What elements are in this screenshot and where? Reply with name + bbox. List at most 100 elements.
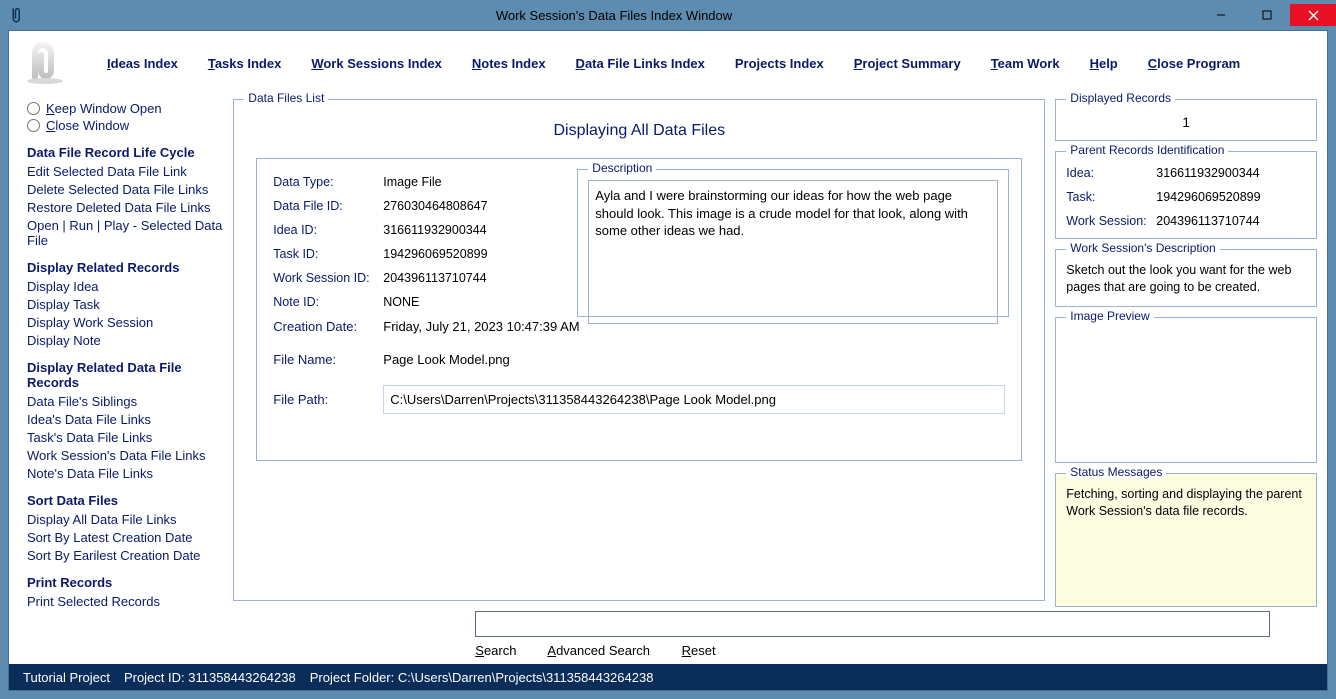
sidebar: Keep Window Open Close Window Data File … xyxy=(9,95,223,664)
window-controls xyxy=(1198,4,1336,26)
group-status-messages: Status Messages Fetching, sorting and di… xyxy=(1055,473,1317,607)
text-status-messages: Fetching, sorting and displaying the par… xyxy=(1066,484,1306,520)
label-file-path: File Path: xyxy=(273,392,383,407)
sidebar-display-task[interactable]: Display Task xyxy=(27,297,223,312)
menu-notes-index[interactable]: Notes Index xyxy=(472,56,546,71)
sidebar-sort-all[interactable]: Display All Data File Links xyxy=(27,512,223,527)
app-logo-icon xyxy=(21,41,71,85)
group-data-files-list: Data Files List Displaying All Data File… xyxy=(233,99,1045,601)
group-parent-ids: Parent Records Identification Idea: 3166… xyxy=(1055,151,1317,239)
radio-close-window-label: Close Window xyxy=(46,118,129,133)
value-parent-ws: 204396113710744 xyxy=(1156,214,1306,228)
value-ws-id: 204396113710744 xyxy=(383,271,553,285)
radio-keep-open-label: Keep Window Open xyxy=(46,101,162,116)
radio-close-window[interactable]: Close Window xyxy=(27,118,223,133)
value-file-name: Page Look Model.png xyxy=(383,352,1005,367)
label-task-id: Task ID: xyxy=(273,247,383,261)
sidebar-restore-deleted[interactable]: Restore Deleted Data File Links xyxy=(27,200,223,215)
sidebar-edit-selected[interactable]: Edit Selected Data File Link xyxy=(27,164,223,179)
sidebar-head-related: Display Related Records xyxy=(27,260,223,275)
sidebar-delete-selected[interactable]: Delete Selected Data File Links xyxy=(27,182,223,197)
search-input[interactable] xyxy=(475,611,1270,637)
client-area: Ideas Index Tasks Index Work Sessions In… xyxy=(8,30,1328,691)
label-data-type: Data Type: xyxy=(273,175,383,189)
radio-keep-open-input[interactable] xyxy=(27,102,40,115)
advanced-search-link[interactable]: Advanced Search xyxy=(547,643,650,658)
radio-keep-window-open[interactable]: Keep Window Open xyxy=(27,101,223,116)
search-bar: Search Advanced Search Reset xyxy=(475,611,1270,658)
body-layout: Keep Window Open Close Window Data File … xyxy=(9,95,1327,664)
label-parent-ws: Work Session: xyxy=(1066,214,1156,228)
menu-team-work[interactable]: Team Work xyxy=(991,56,1060,71)
dfl-heading: Displaying All Data Files xyxy=(244,122,1034,140)
label-file-name: File Name: xyxy=(273,352,383,367)
radio-close-window-input[interactable] xyxy=(27,119,40,132)
value-data-file-id: 276030464808647 xyxy=(383,199,553,213)
window-root: Work Session's Data Files Index Window xyxy=(0,0,1336,699)
menu-tasks-index[interactable]: Tasks Index xyxy=(208,56,281,71)
app-icon xyxy=(8,6,26,24)
sidebar-head-lifecycle: Data File Record Life Cycle xyxy=(27,145,223,160)
sidebar-print-selected[interactable]: Print Selected Records xyxy=(27,594,223,609)
menu-work-sessions-index[interactable]: Work Sessions Index xyxy=(311,56,442,71)
right-column: Displayed Records 1 Parent Records Ident… xyxy=(1055,95,1327,664)
status-project-id: Project ID: 311358443264238 xyxy=(124,670,296,685)
sidebar-head-sort: Sort Data Files xyxy=(27,493,223,508)
group-description: Description Ayla and I were brainstormin… xyxy=(577,169,1009,317)
title-bar: Work Session's Data Files Index Window xyxy=(0,0,1336,30)
title-parent-ids: Parent Records Identification xyxy=(1066,143,1228,157)
value-task-id: 194296069520899 xyxy=(383,247,553,261)
label-ws-id: Work Session ID: xyxy=(273,271,383,285)
value-parent-idea: 316611932900344 xyxy=(1156,166,1306,180)
status-project-name: Tutorial Project xyxy=(23,670,110,685)
minimize-button[interactable] xyxy=(1198,4,1244,26)
sidebar-head-related-df: Display Related Data File Records xyxy=(27,360,223,390)
data-file-record[interactable]: Data Type: Image File Data File ID: 2760… xyxy=(256,158,1022,461)
title-image-preview: Image Preview xyxy=(1066,309,1153,323)
title-ws-description: Work Session's Description xyxy=(1066,241,1219,255)
group-ws-description: Work Session's Description Sketch out th… xyxy=(1055,249,1317,307)
menu-project-summary[interactable]: Project Summary xyxy=(854,56,961,71)
group-displayed-records: Displayed Records 1 xyxy=(1055,99,1317,141)
menu-help[interactable]: Help xyxy=(1090,56,1118,71)
sidebar-display-idea[interactable]: Display Idea xyxy=(27,279,223,294)
record-fields: Data Type: Image File Data File ID: 2760… xyxy=(273,175,553,309)
value-description[interactable]: Ayla and I were brainstorming our ideas … xyxy=(588,180,998,324)
search-link[interactable]: Search xyxy=(475,643,516,658)
close-button[interactable] xyxy=(1290,4,1336,26)
menu-ideas-index[interactable]: Ideas Index xyxy=(107,56,178,71)
sidebar-head-print: Print Records xyxy=(27,575,223,590)
title-status-messages: Status Messages xyxy=(1066,465,1166,479)
value-note-id: NONE xyxy=(383,295,553,309)
group-image-preview: Image Preview xyxy=(1055,317,1317,463)
label-note-id: Note ID: xyxy=(273,295,383,309)
sidebar-idea-links[interactable]: Idea's Data File Links xyxy=(27,412,223,427)
group-title-dfl: Data Files List xyxy=(244,91,328,105)
label-parent-idea: Idea: xyxy=(1066,166,1156,180)
label-idea-id: Idea ID: xyxy=(273,223,383,237)
menu-projects-index[interactable]: Projects Index xyxy=(735,56,824,71)
label-description: Description xyxy=(588,161,656,175)
window-title: Work Session's Data Files Index Window xyxy=(30,8,1198,23)
reset-link[interactable]: Reset xyxy=(682,643,716,658)
sidebar-display-work-session[interactable]: Display Work Session xyxy=(27,315,223,330)
value-data-type: Image File xyxy=(383,175,553,189)
value-file-path[interactable]: C:\Users\Darren\Projects\311358443264238… xyxy=(383,385,1005,414)
menu-bar: Ideas Index Tasks Index Work Sessions In… xyxy=(9,31,1327,95)
menu-close-program[interactable]: Close Program xyxy=(1148,56,1240,71)
sidebar-note-links[interactable]: Note's Data File Links xyxy=(27,466,223,481)
sidebar-sort-latest[interactable]: Sort By Latest Creation Date xyxy=(27,530,223,545)
text-ws-description: Sketch out the look you want for the web… xyxy=(1066,260,1306,296)
sidebar-task-links[interactable]: Task's Data File Links xyxy=(27,430,223,445)
menu-data-file-links-index[interactable]: Data File Links Index xyxy=(576,56,705,71)
sidebar-siblings[interactable]: Data File's Siblings xyxy=(27,394,223,409)
sidebar-sort-earliest[interactable]: Sort By Earilest Creation Date xyxy=(27,548,223,563)
sidebar-display-note[interactable]: Display Note xyxy=(27,333,223,348)
label-creation-date: Creation Date: xyxy=(273,319,383,334)
maximize-button[interactable] xyxy=(1244,4,1290,26)
sidebar-ws-links[interactable]: Work Session's Data File Links xyxy=(27,448,223,463)
sidebar-open-run-play[interactable]: Open | Run | Play - Selected Data File xyxy=(27,218,223,248)
status-bar: Tutorial Project Project ID: 31135844326… xyxy=(9,664,1327,690)
value-parent-task: 194296069520899 xyxy=(1156,190,1306,204)
title-displayed-records: Displayed Records xyxy=(1066,91,1175,105)
